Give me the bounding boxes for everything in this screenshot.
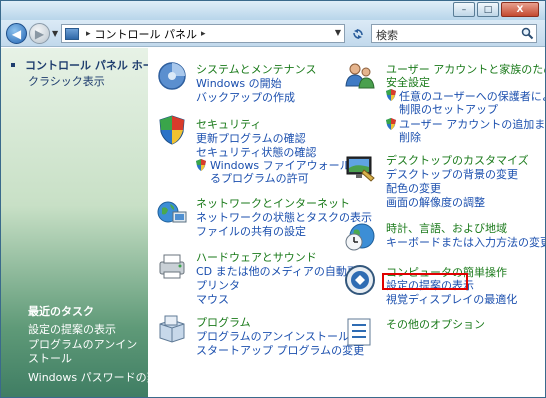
network-link[interactable]: ファイルの共有の設定 — [196, 223, 306, 239]
address-bar[interactable]: ▸ コントロール パネル ▸ ▼ — [61, 24, 345, 43]
forward-button[interactable]: ▶ — [29, 23, 50, 44]
ease-of-access-link[interactable]: 視覚ディスプレイの最適化 — [386, 291, 517, 307]
hardware-printer-icon[interactable] — [156, 250, 188, 282]
programs-link[interactable]: スタートアップ プログラムの変更 — [196, 342, 364, 358]
title-bar: – □ X — [1, 1, 545, 20]
user-accounts-link[interactable]: 制限のセットアップ — [399, 101, 498, 117]
refresh-button[interactable] — [348, 24, 367, 43]
system-maintenance-icon[interactable] — [156, 60, 188, 92]
uac-shield-icon — [196, 159, 206, 171]
appearance-monitor-icon[interactable] — [344, 152, 376, 184]
system-link[interactable]: バックアップの作成 — [196, 89, 295, 105]
programs-box-icon[interactable] — [156, 314, 188, 346]
refresh-icon — [352, 28, 363, 39]
forward-arrow-icon: ▶ — [34, 26, 45, 41]
clock-language-link[interactable]: キーボードまたは入力方法の変更 — [386, 234, 545, 250]
highlight-box — [382, 273, 468, 290]
appearance-link[interactable]: 画面の解像度の調整 — [386, 194, 485, 210]
additional-options-icon[interactable] — [344, 316, 376, 348]
user-accounts-link[interactable]: ユーザー アカウントの追加または — [399, 116, 545, 132]
additional-options-title[interactable]: その他のオプション — [386, 316, 485, 332]
breadcrumb-control-panel[interactable]: コントロール パネル — [95, 26, 198, 42]
recent-tasks-title: 最近のタスク — [28, 305, 94, 318]
back-button[interactable]: ◀ — [6, 23, 27, 44]
maximize-button[interactable]: □ — [477, 2, 499, 17]
breadcrumb-separator-icon[interactable]: ▸ — [86, 29, 91, 39]
network-globe-icon[interactable] — [156, 196, 188, 228]
category-view: システムとメンテナンス Windows の開始 バックアップの作成 セキュリティ… — [148, 48, 545, 397]
breadcrumb-separator-icon[interactable]: ▸ — [201, 29, 206, 39]
close-button[interactable]: X — [501, 2, 539, 17]
bullet-icon — [11, 63, 15, 67]
user-accounts-icon[interactable] — [344, 60, 376, 92]
control-panel-home-link[interactable]: コントロール パネル ホーム — [25, 57, 164, 73]
back-arrow-icon: ◀ — [11, 26, 22, 41]
search-icon[interactable] — [519, 26, 535, 41]
navigation-bar: ◀ ▶ ▼ ▸ コントロール パネル ▸ ▼ 検索 — [1, 20, 545, 47]
security-link[interactable]: るプログラムの許可 — [210, 170, 309, 186]
task-pane: コントロール パネル ホーム クラシック表示 最近のタスク 設定の提案の表示 プ… — [1, 48, 169, 397]
search-input[interactable]: 検索 — [371, 24, 537, 43]
classic-view-link[interactable]: クラシック表示 — [28, 73, 105, 89]
ease-of-access-icon[interactable] — [344, 264, 376, 296]
control-panel-window: – □ X ◀ ▶ ▼ ▸ コントロール パネル ▸ ▼ 検索 コントロール パ… — [0, 0, 546, 398]
recent-task-link[interactable]: プログラムのアンインストール — [28, 338, 143, 366]
uac-shield-icon — [386, 89, 396, 101]
hardware-link[interactable]: マウス — [196, 291, 229, 307]
minimize-button[interactable]: – — [453, 2, 475, 17]
recent-task-link[interactable]: 設定の提案の表示 — [28, 321, 116, 337]
user-accounts-link[interactable]: 削除 — [399, 129, 421, 145]
clock-globe-icon[interactable] — [344, 220, 376, 252]
search-placeholder: 検索 — [376, 29, 398, 42]
security-shield-icon[interactable] — [156, 114, 188, 146]
recent-pages-dropdown[interactable]: ▼ — [52, 29, 58, 38]
control-panel-icon — [65, 27, 79, 40]
uac-shield-icon — [386, 118, 396, 130]
address-dropdown-icon[interactable]: ▼ — [335, 28, 341, 37]
